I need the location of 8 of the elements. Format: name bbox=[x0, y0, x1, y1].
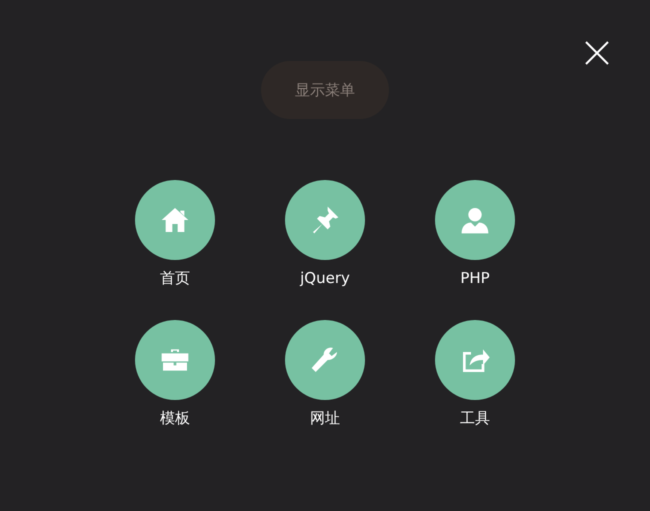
menu-label: 模板 bbox=[160, 408, 190, 428]
close-icon[interactable] bbox=[585, 41, 609, 65]
menu-label: 网址 bbox=[310, 408, 340, 428]
menu-label: 首页 bbox=[160, 268, 190, 288]
menu-label: PHP bbox=[460, 268, 490, 288]
show-menu-button[interactable]: 显示菜单 bbox=[261, 61, 389, 119]
menu-label: 工具 bbox=[460, 408, 490, 428]
menu-label: jQuery bbox=[300, 268, 350, 288]
